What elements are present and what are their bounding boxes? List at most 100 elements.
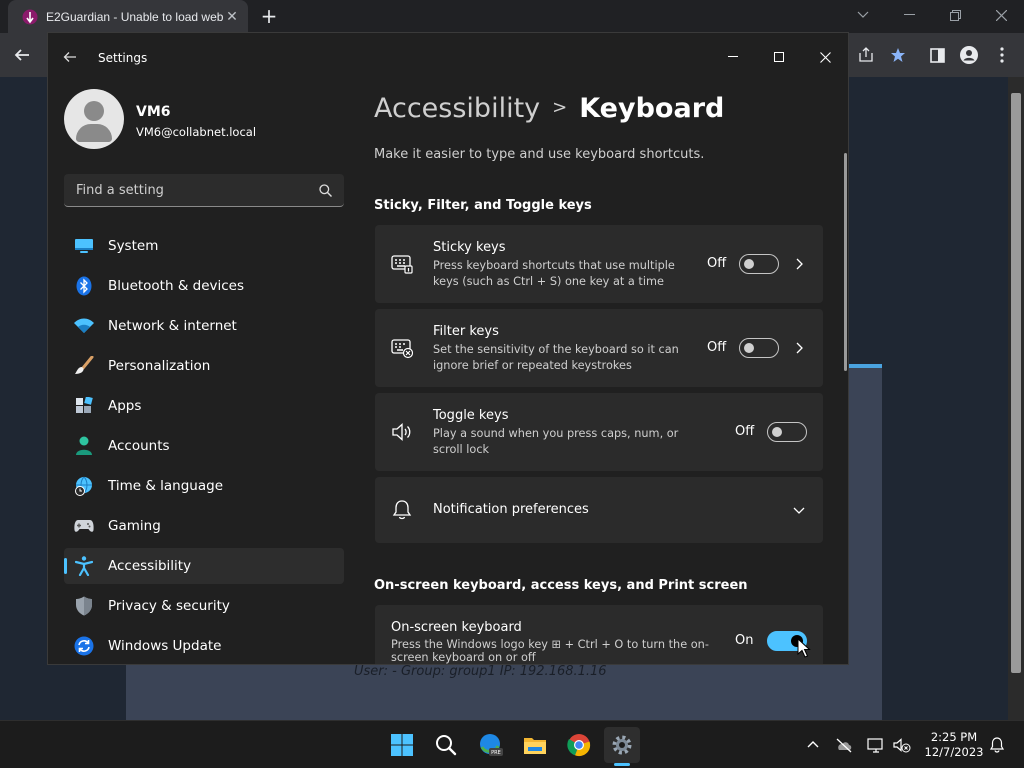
new-tab-button[interactable]: + [258, 6, 280, 28]
card-title: Sticky keys [433, 240, 506, 255]
sidebar-item-bluetooth[interactable]: Bluetooth & devices [64, 268, 344, 304]
browser-minimize-button[interactable] [886, 0, 932, 30]
notification-bell-icon[interactable] [988, 736, 1006, 754]
tab-close-icon[interactable]: ✕ [224, 9, 240, 25]
chevron-down-icon[interactable] [793, 504, 805, 516]
settings-content: Accessibility > Keyboard Make it easier to… [374, 81, 824, 664]
display-icon[interactable] [867, 736, 885, 754]
onedrive-offline-icon[interactable] [835, 736, 853, 754]
settings-taskbar-icon[interactable] [604, 727, 640, 763]
update-icon [74, 636, 94, 656]
card-description: Set the sensitivity of the keyboard so i… [433, 343, 679, 372]
system-clock[interactable]: 2:25 PM 12/7/2023 [920, 730, 988, 760]
toggle-keys-toggle[interactable] [767, 422, 807, 442]
sidebar-item-label: Apps [108, 398, 142, 414]
close-button[interactable] [802, 41, 848, 73]
toggle-keys-card[interactable]: Toggle keys Play a sound when you press … [375, 393, 823, 471]
sidebar-item-label: Accessibility [108, 558, 192, 574]
system-icon [74, 236, 94, 256]
tab-search-icon[interactable] [840, 0, 886, 30]
card-description: Press the Windows logo key ⊞ + Ctrl + O … [391, 638, 709, 664]
minimize-button[interactable] [710, 41, 756, 73]
sidebar-item-time-language[interactable]: Time & language [64, 468, 344, 504]
sidebar-item-label: Accounts [108, 438, 170, 454]
accessibility-icon [74, 556, 94, 576]
settings-titlebar: Settings [48, 33, 848, 81]
tab-title: E2Guardian - Unable to load web page [46, 9, 224, 24]
back-arrow-icon[interactable] [62, 49, 80, 67]
chevron-right-icon[interactable] [793, 342, 805, 354]
card-title: Notification preferences [433, 502, 589, 517]
start-icon[interactable] [384, 727, 420, 763]
chevron-right-icon[interactable] [793, 258, 805, 270]
taskbar-search-icon[interactable] [428, 727, 464, 763]
sidebar-item-accessibility[interactable]: Accessibility [64, 548, 344, 584]
sidebar-item-label: Windows Update [108, 638, 222, 654]
browser-tab[interactable]: E2Guardian - Unable to load web page ✕ [8, 0, 248, 33]
e2guardian-favicon [22, 9, 38, 24]
sidebar-nav: System Bluetooth & devices Network & int… [64, 228, 344, 664]
user-profile[interactable]: VM6 VM6@collabnet.local [64, 89, 354, 153]
speaker-muted-icon[interactable] [893, 736, 911, 754]
card-title: Filter keys [433, 324, 499, 339]
browser-close-button[interactable] [978, 0, 1024, 30]
bookmark-star-icon[interactable] [884, 41, 912, 69]
mouse-cursor-icon [797, 638, 811, 658]
sidebar-item-apps[interactable]: Apps [64, 388, 344, 424]
sidebar-item-label: Time & language [108, 478, 224, 494]
settings-window: Settings VM6 VM6@collabnet.local System [47, 32, 849, 665]
profile-name: VM6 [136, 104, 171, 120]
side-panel-icon[interactable] [923, 41, 951, 69]
page-scrollbar-thumb[interactable] [1011, 93, 1021, 673]
section-header: On-screen keyboard, access keys, and Pri… [374, 578, 748, 593]
content-scrollbar[interactable] [844, 153, 847, 371]
edge-beta-icon[interactable]: PRE [473, 727, 509, 763]
filter-keys-card[interactable]: Filter keys Set the sensitivity of the k… [375, 309, 823, 387]
sidebar-item-label: System [108, 238, 159, 254]
browser-menu-icon[interactable] [988, 41, 1016, 69]
search-box[interactable] [64, 174, 344, 207]
svg-text:PRE: PRE [491, 750, 501, 756]
breadcrumb-chevron-icon: > [552, 97, 568, 118]
gamepad-icon [74, 516, 94, 536]
brush-icon [74, 356, 94, 376]
on-screen-keyboard-card[interactable]: On-screen keyboard Press the Windows log… [375, 605, 823, 664]
breadcrumb-parent[interactable]: Accessibility [374, 93, 540, 124]
active-app-indicator [614, 763, 630, 766]
maximize-button[interactable] [756, 41, 802, 73]
sidebar-item-system[interactable]: System [64, 228, 344, 264]
search-icon[interactable] [319, 184, 332, 197]
file-explorer-icon[interactable] [517, 727, 553, 763]
sidebar-item-label: Personalization [108, 358, 211, 374]
sticky-keys-card[interactable]: Sticky keys Press keyboard shortcuts tha… [375, 225, 823, 303]
sidebar-item-label: Network & internet [108, 318, 237, 334]
card-description: Play a sound when you press caps, num, o… [433, 427, 679, 456]
share-icon[interactable] [852, 41, 880, 69]
chevron-up-icon[interactable] [804, 736, 822, 754]
profile-icon[interactable] [955, 41, 983, 69]
filter-keys-icon [391, 339, 413, 359]
breadcrumb: Accessibility > Keyboard [374, 93, 724, 124]
clock-time: 2:25 PM [930, 730, 978, 744]
card-title: On-screen keyboard [391, 620, 522, 635]
accounts-icon [74, 436, 94, 456]
sidebar-item-label: Privacy & security [108, 598, 230, 614]
sidebar-item-label: Bluetooth & devices [108, 278, 245, 294]
browser-restore-button[interactable] [932, 0, 978, 30]
notification-preferences-card[interactable]: Notification preferences [375, 477, 823, 543]
sidebar-item-gaming[interactable]: Gaming [64, 508, 344, 544]
filter-keys-toggle[interactable] [739, 338, 779, 358]
apps-icon [74, 396, 94, 416]
avatar [64, 89, 124, 149]
browser-back-icon[interactable] [8, 41, 36, 69]
chrome-icon[interactable] [561, 727, 597, 763]
sidebar-item-network[interactable]: Network & internet [64, 308, 344, 344]
sidebar-item-windows-update[interactable]: Windows Update [64, 628, 344, 664]
sidebar-item-privacy-security[interactable]: Privacy & security [64, 588, 344, 624]
sidebar-item-personalization[interactable]: Personalization [64, 348, 344, 384]
sticky-keys-toggle[interactable] [739, 254, 779, 274]
page-scrollbar[interactable] [1008, 77, 1024, 720]
bell-icon [392, 500, 412, 520]
search-input[interactable] [64, 174, 314, 206]
sidebar-item-accounts[interactable]: Accounts [64, 428, 344, 464]
